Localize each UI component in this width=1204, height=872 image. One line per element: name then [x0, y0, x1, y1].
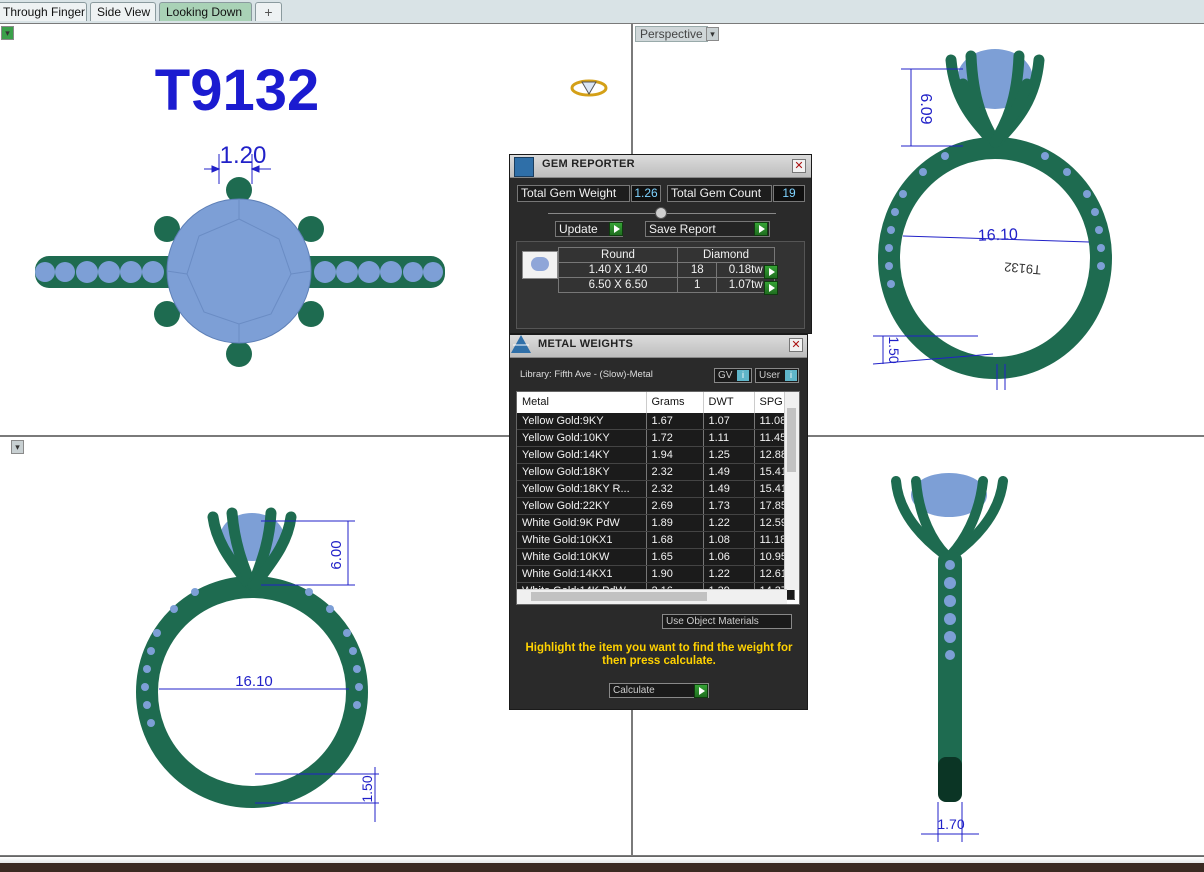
dwt-value: 1.49 — [703, 480, 755, 498]
round-gem-icon — [522, 251, 558, 279]
close-icon[interactable]: ✕ — [792, 159, 806, 173]
grams-value: 2.32 — [646, 463, 704, 481]
grams-value: 1.89 — [646, 514, 704, 532]
dwt-value: 1.22 — [703, 565, 755, 583]
metal-name: Yellow Gold:10KY — [517, 429, 647, 447]
metal-name: Yellow Gold:18KY — [517, 463, 647, 481]
dwt-value: 1.08 — [703, 531, 755, 549]
metal-name: Yellow Gold:9KY — [517, 413, 647, 430]
col-grams[interactable]: Grams — [646, 392, 704, 413]
gem-reporter-title: GEM REPORTER — [542, 158, 635, 170]
ring-shank — [136, 576, 368, 808]
close-icon[interactable]: ✕ — [789, 338, 803, 352]
dwt-value: 1.25 — [703, 446, 755, 464]
add-tab-button[interactable]: + — [255, 2, 282, 21]
gem-reporter-icon — [514, 157, 534, 177]
dim-height-label: 6.00 — [328, 540, 345, 569]
tab-looking-down[interactable]: Looking Down — [159, 2, 252, 21]
metal-name: White Gold:10KX1 — [517, 531, 647, 549]
col-metal[interactable]: Metal — [517, 392, 647, 413]
metal-name: Yellow Gold:18KY R... — [517, 480, 647, 498]
ring-preview-icon — [570, 79, 608, 97]
metal-table[interactable]: Metal Grams DWT SPG Yellow Gold:9KY 1.67 1… — [516, 391, 800, 605]
grams-value: 1.67 — [646, 413, 704, 430]
grams-value: 1.72 — [646, 429, 704, 447]
collapse-toggle[interactable] — [655, 207, 667, 219]
metal-row[interactable]: White Gold:10KX1 1.68 1.08 11.18 — [517, 531, 795, 549]
save-report-go-icon[interactable] — [754, 222, 768, 236]
metal-name: White Gold:9K PdW — [517, 514, 647, 532]
total-gem-weight-value: 1.26 — [631, 185, 661, 202]
status-bar — [0, 856, 1204, 872]
dwt-value: 1.07 — [703, 413, 755, 430]
use-object-materials-toggle[interactable]: Use Object Materials — [662, 614, 792, 629]
metal-name: Yellow Gold:22KY — [517, 497, 647, 515]
metal-row[interactable]: Yellow Gold:18KY R... 2.32 1.49 15.41 — [517, 480, 795, 498]
gem-list-table: Round Diamond 1.40 X 1.40 18 0.18tw 6.50… — [558, 247, 775, 293]
metal-weights-panel: METAL WEIGHTS ✕ Library: Fifth Ave - (Sl… — [509, 334, 808, 710]
vertical-scrollbar[interactable] — [784, 392, 799, 590]
ring-shank — [878, 137, 1112, 379]
view-tab-bar: Through Finger Side View Looking Down + — [0, 0, 1204, 24]
tab-side-view[interactable]: Side View — [90, 2, 156, 21]
save-report-button[interactable]: Save Report — [645, 221, 770, 237]
calculate-hint: Highlight the item you want to find the … — [525, 642, 793, 667]
library-label: Library: Fifth Ave - (Slow)-Metal — [520, 369, 653, 380]
dwt-value: 1.49 — [703, 463, 755, 481]
gem-row-go-icon[interactable] — [764, 281, 778, 295]
dwt-value: 1.11 — [703, 429, 755, 447]
metal-row[interactable]: Yellow Gold:18KY 2.32 1.49 15.41 — [517, 463, 795, 481]
dim-width-label: 1.70 — [937, 816, 964, 832]
dwt-value: 1.73 — [703, 497, 755, 515]
metal-row[interactable]: Yellow Gold:10KY 1.72 1.11 11.45 — [517, 429, 795, 447]
center-gem — [166, 198, 312, 344]
metal-name: White Gold:14KX1 — [517, 565, 647, 583]
total-gem-count-value: 19 — [773, 185, 805, 202]
metal-row[interactable]: White Gold:10KW 1.65 1.06 10.95 — [517, 548, 795, 566]
dwt-value: 1.22 — [703, 514, 755, 532]
grams-value: 1.94 — [646, 446, 704, 464]
gem-reporter-panel: GEM REPORTER ✕ Total Gem Weight 1.26 Tot… — [509, 154, 812, 334]
calculate-go-icon[interactable] — [694, 684, 708, 698]
metal-row[interactable]: Yellow Gold:22KY 2.69 1.73 17.85 — [517, 497, 795, 515]
metal-name: Yellow Gold:14KY — [517, 446, 647, 464]
total-gem-count-label: Total Gem Count — [667, 185, 772, 202]
metal-row[interactable]: Yellow Gold:14KY 1.94 1.25 12.88 — [517, 446, 795, 464]
horizontal-scrollbar[interactable] — [517, 589, 787, 604]
metal-weights-title: METAL WEIGHTS — [538, 338, 634, 350]
metal-weights-header: METAL WEIGHTS ✕ — [510, 335, 807, 358]
metal-row[interactable]: White Gold:9K PdW 1.89 1.22 12.59 — [517, 514, 795, 532]
dim-band-label: 1.50 — [359, 775, 375, 802]
metal-row[interactable]: White Gold:14KX1 1.90 1.22 12.61 — [517, 565, 795, 583]
grams-value: 1.65 — [646, 548, 704, 566]
metal-row[interactable]: Yellow Gold:9KY 1.67 1.07 11.08 — [517, 413, 795, 430]
col-dwt[interactable]: DWT — [703, 392, 755, 413]
material-header: Diamond — [677, 247, 775, 263]
dim-band-label: 1.50 — [886, 336, 902, 363]
gem-row[interactable]: 6.50 X 6.50 1 1.07tw — [558, 277, 775, 293]
dim-prong-label: 1.20 — [220, 142, 267, 169]
gem-row-go-icon[interactable] — [764, 265, 778, 279]
metal-name: White Gold:10KW — [517, 548, 647, 566]
grams-value: 2.32 — [646, 480, 704, 498]
grams-value: 1.90 — [646, 565, 704, 583]
dwt-value: 1.06 — [703, 548, 755, 566]
dim-height-label: 6.09 — [917, 93, 934, 124]
total-gem-weight-label: Total Gem Weight — [517, 185, 630, 202]
model-code-label: T9132 — [155, 58, 319, 123]
scale-icon — [510, 333, 532, 355]
grams-value: 1.68 — [646, 531, 704, 549]
dim-diameter-label: 16.10 — [235, 673, 273, 690]
engraving-text: T9132 — [1004, 259, 1042, 277]
tab-through-finger[interactable]: Through Finger — [0, 2, 87, 21]
dim-diameter-label: 16.10 — [978, 226, 1019, 244]
gem-row[interactable]: 1.40 X 1.40 18 0.18tw — [558, 262, 775, 278]
gem-reporter-header: GEM REPORTER ✕ — [510, 155, 811, 178]
update-go-icon[interactable] — [609, 222, 623, 236]
grams-value: 2.69 — [646, 497, 704, 515]
shape-header: Round — [558, 247, 678, 263]
